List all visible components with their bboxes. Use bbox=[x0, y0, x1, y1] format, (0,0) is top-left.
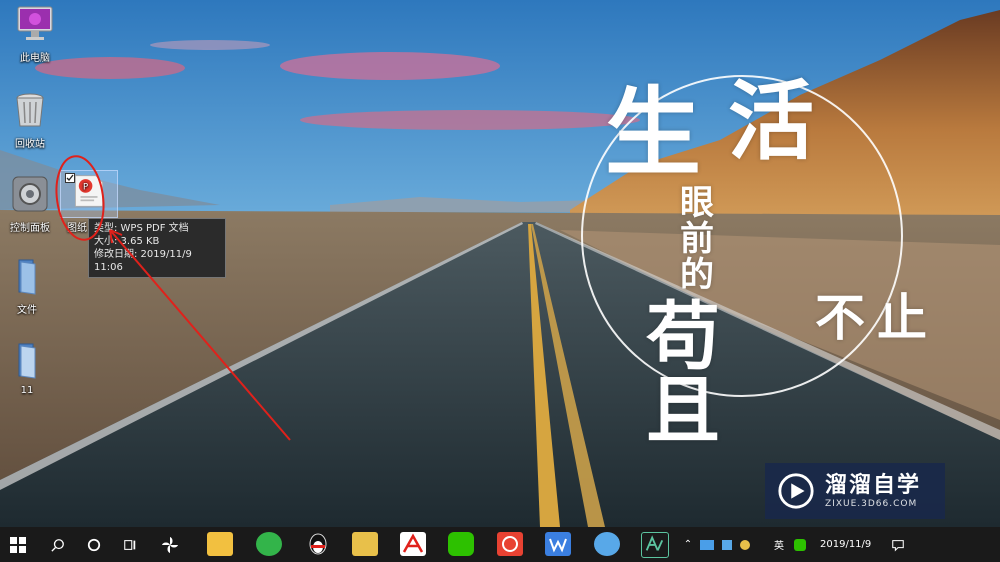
cortana-button[interactable] bbox=[76, 527, 112, 562]
taskbar-snipping-tool[interactable] bbox=[641, 532, 669, 558]
ime-indicator[interactable]: 英 bbox=[774, 537, 784, 552]
desktop-icon-folder-11[interactable]: 11 bbox=[0, 340, 62, 396]
taskbar-file-explorer[interactable] bbox=[207, 532, 233, 556]
taskbar-qq-guard[interactable] bbox=[594, 532, 620, 556]
recycle-bin-icon bbox=[16, 93, 44, 127]
taskbar-wps-pdf[interactable] bbox=[400, 532, 426, 556]
folder-icon bbox=[18, 259, 36, 295]
desktop-icon-folder-files[interactable]: 文件 bbox=[0, 256, 62, 316]
svg-text:P: P bbox=[83, 182, 88, 192]
chevron-up-icon[interactable]: ⌃ bbox=[680, 539, 696, 550]
taskbar-wps-office[interactable] bbox=[497, 532, 523, 556]
watermark-url: ZIXUE.3D66.COM bbox=[825, 499, 918, 509]
tooltip-type: 类型: WPS PDF 文档 bbox=[94, 223, 189, 234]
qq-penguin-icon bbox=[309, 533, 327, 555]
desktop[interactable]: 生 活 眼前的 苟且 不止 此电脑 回收站 控制面板 P 图纸 文件 11 类型… bbox=[0, 0, 1000, 527]
power-icon bbox=[502, 536, 518, 552]
desktop-icon-this-pc[interactable]: 此电脑 bbox=[0, 4, 70, 64]
tooltip-size: 大小: 3.65 KB bbox=[94, 236, 160, 247]
wps-pdf-file-icon: P bbox=[74, 175, 104, 207]
system-date[interactable]: 2019/11/9 bbox=[820, 539, 871, 550]
pinwheel-app-button[interactable] bbox=[152, 527, 188, 562]
folder-icon bbox=[18, 343, 36, 379]
file-info-tooltip: 类型: WPS PDF 文档 大小: 3.65 KB 修改日期: 2019/11… bbox=[88, 218, 226, 278]
task-view-icon bbox=[124, 539, 136, 550]
snip-icon bbox=[645, 535, 664, 551]
taskbar-sogou-input[interactable] bbox=[352, 532, 378, 556]
watermark-logo: 溜溜自学 ZIXUE.3D66.COM bbox=[765, 463, 945, 519]
wallpaper-text-sheng: 生 bbox=[605, 76, 701, 189]
search-icon bbox=[51, 538, 64, 552]
play-logo-icon bbox=[778, 473, 814, 509]
control-panel-icon bbox=[12, 176, 48, 212]
taskbar-wechat[interactable] bbox=[448, 532, 474, 556]
desktop-icon-label: 控制面板 bbox=[10, 223, 50, 234]
desktop-icon-label: 回收站 bbox=[15, 139, 45, 150]
windows-logo-icon bbox=[10, 536, 26, 553]
taskbar-wps-writer[interactable] bbox=[545, 532, 571, 556]
chat-tray-icon[interactable] bbox=[700, 539, 714, 550]
desktop-icon-control-panel[interactable]: 控制面板 bbox=[0, 174, 65, 234]
wallpaper-text-yanqian: 眼前的 bbox=[680, 183, 714, 295]
computer-icon bbox=[17, 6, 53, 40]
box-tray-icon[interactable] bbox=[722, 539, 732, 550]
wallpaper-text-buzhi: 不止 bbox=[815, 288, 939, 347]
taskbar: ⌃ 英 2019/11/9 bbox=[0, 527, 1000, 562]
desktop-icon-label: 文件 bbox=[17, 305, 37, 316]
cloud-tray-icon[interactable] bbox=[740, 539, 750, 550]
cortana-circle-icon bbox=[87, 538, 101, 551]
wallpaper-text-gouqie: 苟且 bbox=[646, 294, 720, 454]
wps-w-icon bbox=[549, 538, 567, 553]
pinwheel-icon bbox=[161, 536, 179, 553]
desktop-icon-label: 图纸 bbox=[67, 223, 87, 234]
watermark-name: 溜溜自学 bbox=[825, 473, 922, 498]
desktop-icon-label: 此电脑 bbox=[20, 53, 50, 64]
desktop-icon-pdf-drawing[interactable]: P 图纸 bbox=[60, 170, 118, 234]
tooltip-date: 修改日期: 2019/11/9 11:06 bbox=[94, 249, 192, 273]
checkbox-checked-icon[interactable] bbox=[65, 173, 75, 183]
wechat-tray-icon[interactable] bbox=[794, 538, 806, 551]
taskbar-360-browser[interactable] bbox=[256, 532, 282, 556]
taskbar-qq[interactable] bbox=[305, 532, 331, 556]
notification-center-icon[interactable] bbox=[891, 538, 905, 552]
wps-pdf-icon bbox=[402, 533, 424, 553]
wallpaper-text-huo: 活 bbox=[728, 71, 814, 172]
desktop-icon-label: 11 bbox=[20, 385, 34, 396]
task-view-button[interactable] bbox=[112, 527, 148, 562]
desktop-icon-recycle-bin[interactable]: 回收站 bbox=[0, 90, 65, 150]
start-button[interactable] bbox=[0, 527, 36, 562]
system-tray: ⌃ 英 2019/11/9 bbox=[680, 527, 1000, 562]
search-button[interactable] bbox=[40, 527, 76, 562]
